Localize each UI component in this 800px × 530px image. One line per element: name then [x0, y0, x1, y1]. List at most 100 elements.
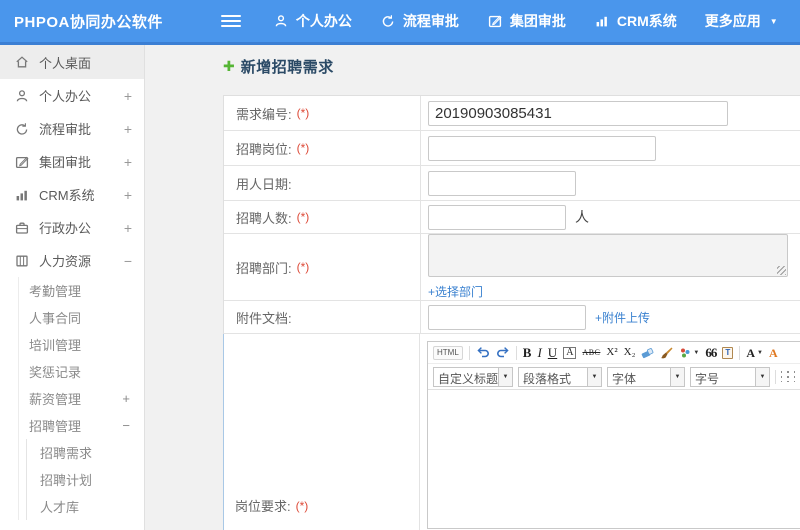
- sidebar-item-recruit-plan[interactable]: 招聘计划: [27, 466, 144, 493]
- sidebar-item-salary[interactable]: 薪资管理 +: [19, 385, 144, 412]
- collapse-toggle[interactable]: −: [124, 253, 132, 269]
- nav-more-apps[interactable]: 更多应用 ▼: [691, 0, 792, 42]
- required-mark: (*): [296, 106, 310, 120]
- sidebar-item-hr[interactable]: 人力资源 −: [0, 244, 144, 277]
- expand-toggle[interactable]: +: [124, 88, 132, 104]
- sidebar-item-personal-office[interactable]: 个人办公 +: [0, 79, 144, 112]
- italic-button[interactable]: I: [537, 346, 541, 359]
- main-content: ✚ 新增招聘需求 需求编号:(*) 招聘岗位:(*) 用人日期:: [146, 45, 800, 530]
- sidebar-item-workflow-approval[interactable]: 流程审批 +: [0, 112, 144, 145]
- sidebar-item-personal-desktop[interactable]: 个人桌面: [0, 45, 144, 79]
- recruit-submenu: 招聘需求 招聘计划 人才库: [26, 439, 144, 520]
- expand-toggle[interactable]: +: [124, 187, 132, 203]
- paste-text-icon[interactable]: T: [722, 346, 734, 359]
- attachment-input[interactable]: [428, 304, 586, 330]
- sidebar-item-label: 人力资源: [39, 254, 92, 269]
- nav-label: 流程审批: [402, 13, 459, 29]
- sidebar-item-label: CRM系统: [39, 188, 95, 203]
- editor-toolbar-row2: 自定义标题 ▼ 段落格式 ▼ 字体 ▼ 字号 ▼: [428, 364, 800, 390]
- department-textarea[interactable]: [428, 234, 788, 277]
- user-icon: [14, 88, 30, 104]
- form-row-headcount: 招聘人数: (*) 人: [224, 201, 800, 234]
- font-size-select[interactable]: 字号 ▼: [690, 366, 770, 387]
- page-title-text: 新增招聘需求: [240, 59, 334, 76]
- expand-toggle[interactable]: +: [124, 121, 132, 137]
- eraser-icon[interactable]: [641, 347, 654, 359]
- recruit-demand-form: 需求编号:(*) 招聘岗位:(*) 用人日期: 招聘人数:(*): [223, 95, 800, 530]
- redo-icon[interactable]: [496, 346, 510, 359]
- form-row-requirements: 岗位要求: (*) HTML B I U A ABC X² X₂ ▼ 66 T …: [224, 334, 800, 530]
- nav-crm-system[interactable]: CRM系统: [580, 0, 691, 42]
- sidebar-item-recruit-demand[interactable]: 招聘需求: [27, 439, 144, 466]
- subscript-button[interactable]: X₂: [624, 347, 636, 358]
- field-label: 招聘岗位: (*): [224, 131, 421, 165]
- position-input[interactable]: [428, 135, 656, 161]
- sidebar-item-recruit-mgmt[interactable]: 招聘管理 −: [19, 412, 144, 439]
- sidebar-item-training[interactable]: 培训管理: [19, 331, 144, 358]
- nav-label: CRM系统: [616, 13, 677, 29]
- collapse-toggle[interactable]: −: [122, 418, 130, 433]
- strikethrough-button[interactable]: ABC: [582, 348, 600, 357]
- top-navigation: 个人办公 流程审批 集团审批 CRM系统 更多应用 ▼: [259, 0, 792, 42]
- font-style-button[interactable]: A: [563, 346, 577, 359]
- align-center-icon[interactable]: [787, 371, 789, 382]
- demand-no-input[interactable]: [428, 100, 728, 126]
- sidebar-item-group-approval[interactable]: 集团审批 +: [0, 145, 144, 178]
- expand-toggle[interactable]: +: [124, 154, 132, 170]
- sidebar-item-label: 个人办公: [39, 89, 92, 104]
- align-right-icon[interactable]: [793, 371, 795, 382]
- headcount-unit: 人: [575, 209, 589, 225]
- sidebar-item-hr-contract[interactable]: 人事合同: [19, 304, 144, 331]
- nav-group-approval[interactable]: 集团审批: [473, 0, 580, 42]
- briefcase-icon: [14, 220, 30, 236]
- form-row-department: 招聘部门: (*) +选择部门: [224, 234, 800, 301]
- home-icon: [14, 54, 30, 70]
- required-mark: (*): [296, 260, 310, 274]
- blockquote-button[interactable]: 66: [705, 346, 717, 359]
- hire-date-input[interactable]: [428, 170, 576, 196]
- underline-button[interactable]: U: [548, 346, 557, 359]
- select-department-link[interactable]: +选择部门: [428, 283, 483, 300]
- bar-chart-icon: [594, 13, 610, 29]
- process-icon: [14, 121, 30, 137]
- sidebar-item-talent-pool[interactable]: 人才库: [27, 493, 144, 520]
- required-mark: (*): [296, 141, 310, 155]
- headcount-input[interactable]: [428, 204, 566, 230]
- font-family-select[interactable]: 字体 ▼: [607, 366, 685, 387]
- heading-select[interactable]: 自定义标题 ▼: [433, 366, 513, 387]
- sidebar: 个人桌面 个人办公 + 流程审批 + 集团审批 + CRM系统 + 行政办公 +…: [0, 45, 145, 530]
- undo-icon[interactable]: [476, 346, 490, 359]
- font-color-button[interactable]: A ▼: [746, 347, 763, 359]
- html-source-button[interactable]: HTML: [433, 345, 463, 360]
- expand-toggle[interactable]: +: [124, 220, 132, 236]
- form-row-position: 招聘岗位: (*): [224, 131, 800, 166]
- sidebar-item-attendance[interactable]: 考勤管理: [19, 277, 144, 304]
- attachment-upload-link[interactable]: +附件上传: [595, 309, 650, 326]
- nav-workflow-approval[interactable]: 流程审批: [366, 0, 473, 42]
- editor-toolbar-row1: HTML B I U A ABC X² X₂ ▼ 66 T A ▼ A: [428, 342, 800, 364]
- nav-personal-office[interactable]: 个人办公: [259, 0, 366, 42]
- color-palette-icon[interactable]: ▼: [679, 347, 699, 359]
- format-brush-icon[interactable]: [660, 346, 673, 359]
- sidebar-item-label: 个人桌面: [39, 55, 92, 71]
- menu-toggle-icon[interactable]: [220, 12, 241, 30]
- sidebar-item-administration[interactable]: 行政办公 +: [0, 211, 144, 244]
- process-icon: [380, 13, 396, 29]
- superscript-button[interactable]: X²: [606, 347, 617, 358]
- caret-down-icon: ▼: [755, 367, 769, 386]
- field-label: 用人日期:: [224, 166, 421, 200]
- caret-down-icon: ▼: [757, 349, 763, 356]
- field-label: 招聘人数: (*): [224, 201, 421, 233]
- background-color-button[interactable]: A: [769, 347, 778, 359]
- editor-content-area[interactable]: [428, 390, 800, 528]
- paragraph-format-select[interactable]: 段落格式 ▼: [518, 366, 602, 387]
- form-row-hire-date: 用人日期:: [224, 166, 800, 201]
- page-title: ✚ 新增招聘需求: [223, 56, 334, 77]
- bold-button[interactable]: B: [523, 346, 532, 359]
- align-left-icon[interactable]: [781, 371, 783, 382]
- sidebar-item-crm[interactable]: CRM系统 +: [0, 178, 144, 211]
- expand-toggle[interactable]: +: [122, 391, 130, 406]
- hr-book-icon: [14, 253, 30, 269]
- form-row-attachment: 附件文档: +附件上传: [224, 301, 800, 334]
- sidebar-item-rewards[interactable]: 奖惩记录: [19, 358, 144, 385]
